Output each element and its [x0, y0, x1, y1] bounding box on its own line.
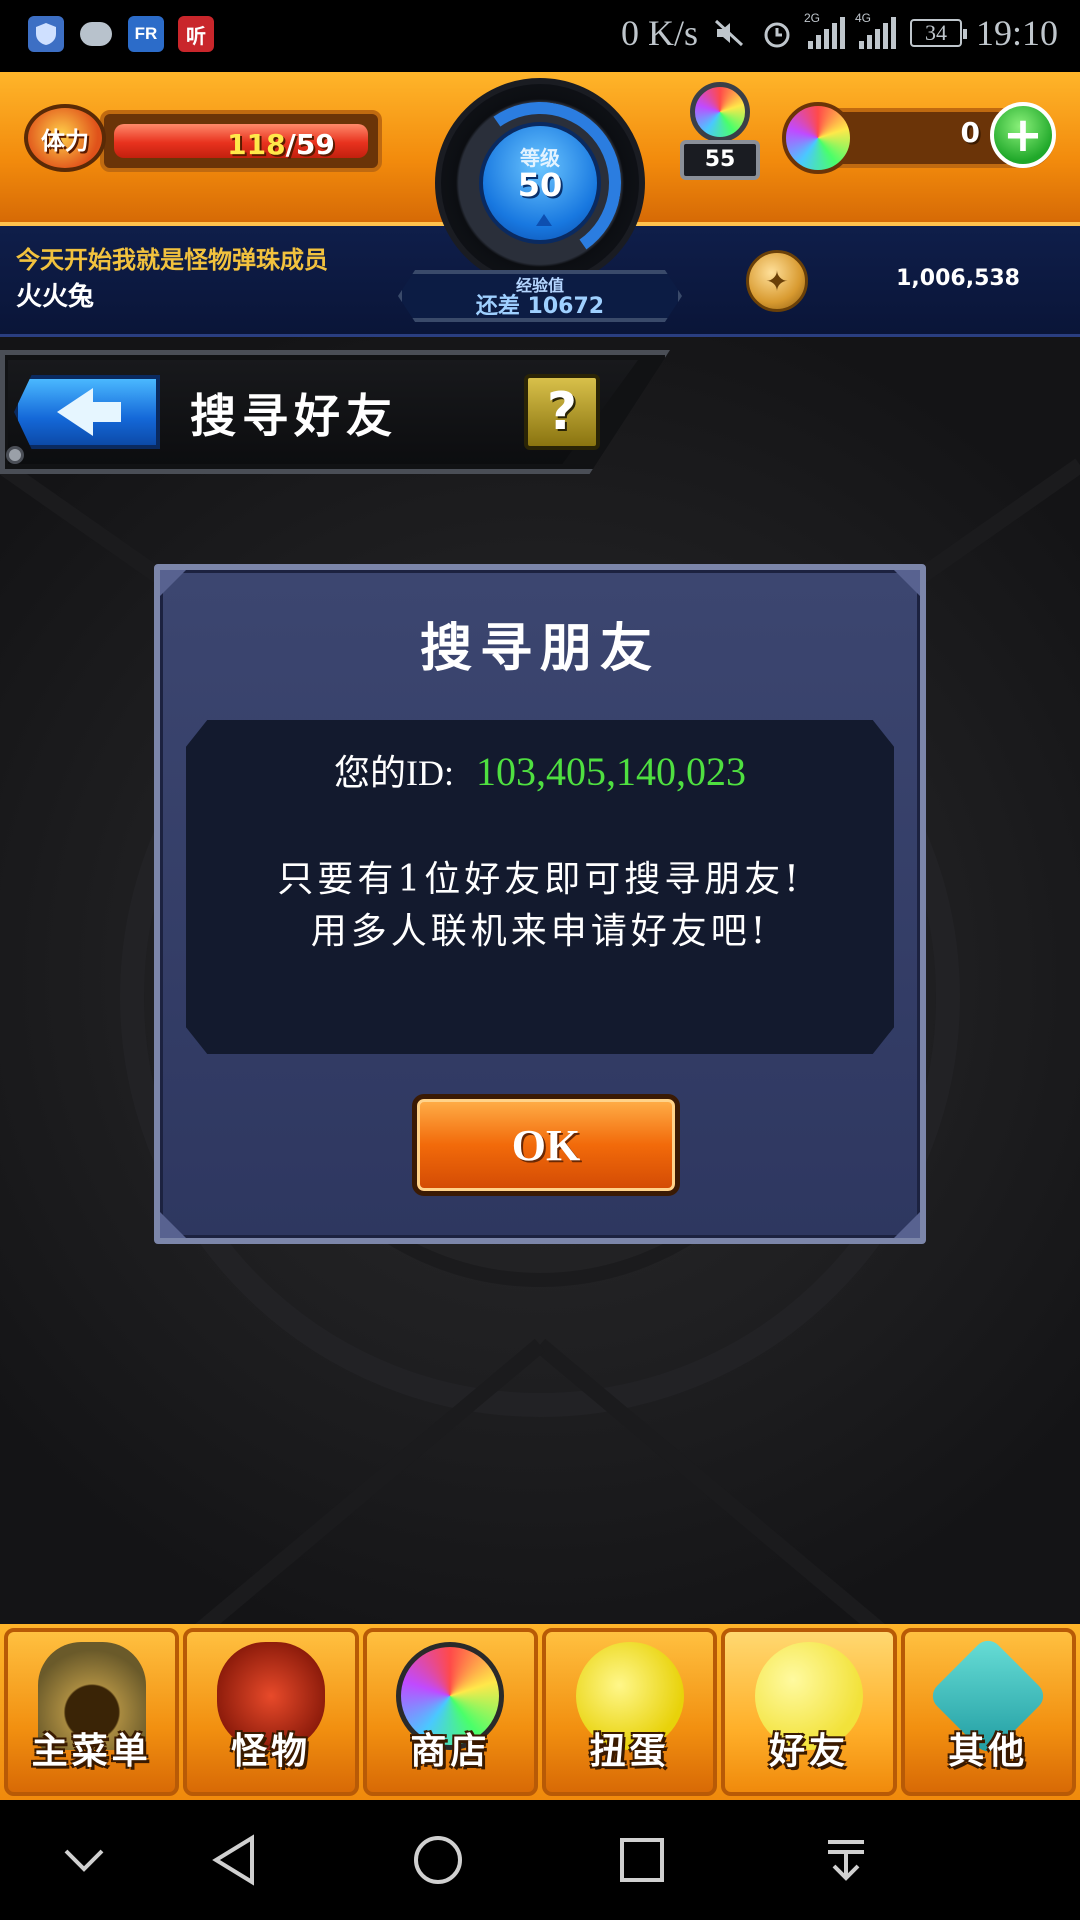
- id-value: 103,405,140,023: [476, 749, 746, 794]
- nav-label: 商店: [410, 1731, 491, 1772]
- nav-label: 扭蛋: [589, 1731, 670, 1772]
- nav-main-menu[interactable]: 主菜单: [4, 1628, 180, 1796]
- back-button[interactable]: [14, 375, 160, 449]
- page-title-bar: 搜寻好友 ?: [0, 350, 670, 474]
- nav-friends[interactable]: 好友: [721, 1628, 897, 1796]
- message-line-2: 用多人联机来申请好友吧!: [310, 911, 770, 952]
- coin-icon: ✦: [746, 250, 808, 312]
- signal-4g-icon: 4G: [855, 11, 896, 49]
- page-title: 搜寻好友: [190, 389, 398, 443]
- exp-plate: 经验值 还差 10672: [398, 270, 682, 322]
- orb-count: 0: [960, 116, 980, 149]
- nav-other[interactable]: 其他: [900, 1628, 1076, 1796]
- nav-label: 怪物: [230, 1731, 311, 1772]
- notification-pull-icon[interactable]: [816, 1830, 876, 1890]
- home-circle-icon[interactable]: [408, 1830, 468, 1890]
- back-arrow-icon: [57, 388, 121, 436]
- game-header: 118/59 体力 等级 50 经验值 还差 10672 55 0 + 今天开始…: [0, 72, 1080, 337]
- help-button[interactable]: ?: [524, 374, 600, 450]
- bolt-decoration: [6, 446, 24, 464]
- id-label: 您的ID:: [334, 753, 454, 793]
- search-friend-dialog: 搜寻朋友 您的ID: 103,405,140,023 只要有1位好友即可搜寻朋友…: [154, 564, 926, 1244]
- exp-remaining: 还差 10672: [475, 294, 605, 319]
- nav-label: 其他: [948, 1731, 1029, 1772]
- nav-gacha[interactable]: 扭蛋: [541, 1628, 718, 1796]
- fr-app-icon: FR: [128, 16, 164, 52]
- chat-bubble-icon: [78, 16, 114, 52]
- nav-monster[interactable]: 怪物: [183, 1628, 359, 1796]
- dialog-panel: 您的ID: 103,405,140,023 只要有1位好友即可搜寻朋友! 用多人…: [186, 720, 894, 1054]
- stamina-value: 118/59: [227, 128, 335, 161]
- gem-capsule-icon: [690, 82, 750, 142]
- orb-icon: [782, 102, 854, 174]
- player-name: 火火兔: [16, 282, 95, 312]
- ting-app-icon: 听: [178, 16, 214, 52]
- shield-app-icon: [28, 16, 64, 52]
- battery-icon: 34: [909, 19, 967, 47]
- nav-label: 好友: [768, 1731, 849, 1772]
- alarm-icon: [760, 16, 794, 50]
- chevron-down-icon[interactable]: [54, 1830, 114, 1890]
- mute-icon: [712, 16, 746, 50]
- recents-square-icon[interactable]: [612, 1830, 672, 1890]
- dialog-title: 搜寻朋友: [419, 618, 660, 679]
- stamina-icon: 体力: [24, 104, 106, 172]
- network-speed: 0 K/s: [620, 13, 698, 53]
- ok-button[interactable]: OK: [412, 1094, 680, 1196]
- add-orb-button[interactable]: +: [990, 102, 1056, 168]
- user-id-row: 您的ID: 103,405,140,023: [186, 744, 894, 796]
- level-up-arrow-icon: [536, 214, 552, 226]
- message-line-1: 只要有1位好友即可搜寻朋友!: [277, 859, 803, 900]
- player-title: 今天开始我就是怪物弹珠成员: [16, 246, 328, 274]
- gem-counter[interactable]: 55: [676, 82, 764, 192]
- coin-value: 1,006,538: [896, 266, 1020, 291]
- nav-shop[interactable]: 商店: [362, 1628, 538, 1796]
- signal-2g-icon: 2G: [804, 11, 845, 49]
- level-value: 50: [517, 166, 563, 204]
- clock: 19:10: [975, 13, 1058, 53]
- status-bar: FR 听 0 K/s 2G 4G 34 19:10: [0, 0, 1080, 72]
- bottom-nav: 主菜单 怪物 商店 扭蛋 好友 其他: [0, 1624, 1080, 1800]
- system-nav-bar: [0, 1800, 1080, 1920]
- nav-label: 主菜单: [31, 1731, 152, 1772]
- level-badge[interactable]: 等级 50: [435, 78, 645, 288]
- gem-count: 55: [680, 140, 760, 180]
- back-triangle-icon[interactable]: [204, 1830, 264, 1890]
